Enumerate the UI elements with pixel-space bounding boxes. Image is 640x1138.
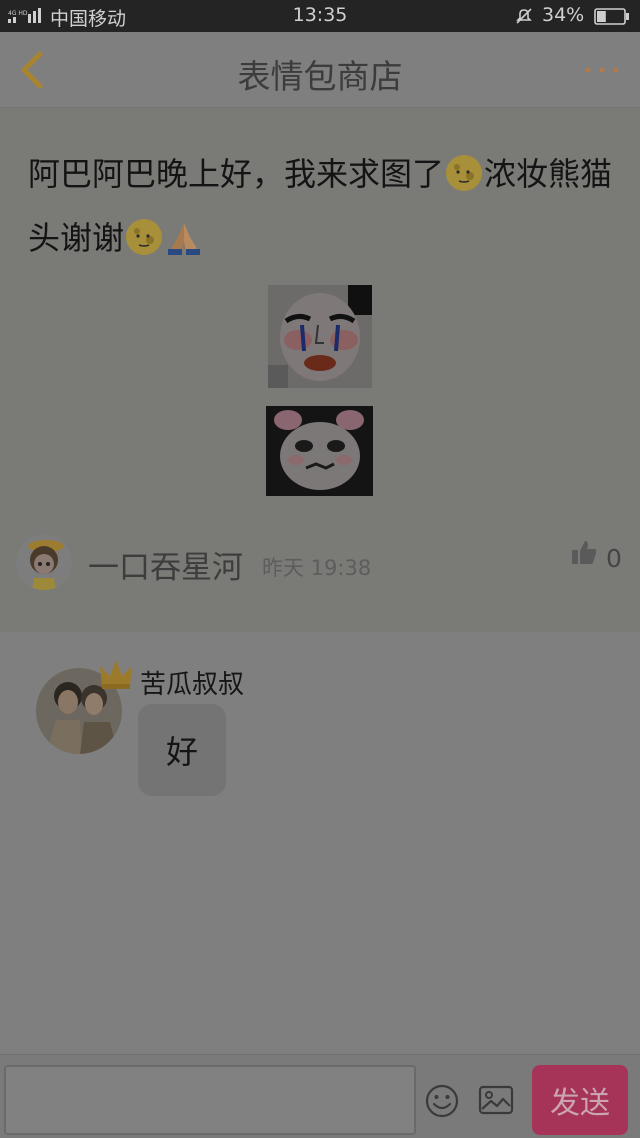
author-avatar[interactable] (16, 534, 72, 590)
crying-face-sticker-icon (268, 285, 372, 388)
post-text: 阿巴阿巴晚上好，我来求图了 浓妆熊猫头谢谢 (28, 142, 618, 270)
original-post: 阿巴阿巴晚上好，我来求图了 浓妆熊猫头谢谢 一口吞星河 昨天 19:38 0 (0, 108, 640, 632)
screen: 4G HD 中国移动 13:35 34% 表情包商店 阿巴阿巴晚上好，我来求图了… (0, 0, 640, 1138)
angry-panda-sticker-icon (266, 406, 373, 496)
author-name[interactable]: 一口吞星河 (88, 542, 243, 587)
praying-hands-emoji-icon (168, 223, 201, 255)
crown-icon (100, 660, 132, 689)
replier-name[interactable]: 苦瓜叔叔 (140, 664, 244, 701)
panda-sticker-image[interactable] (268, 285, 372, 388)
moon-face-emoji-icon (446, 155, 483, 191)
moon-face-emoji-icon (126, 219, 163, 255)
panda-sticker-image-2[interactable] (266, 406, 373, 496)
reply-message-bubble: 好 (138, 704, 226, 796)
battery-percentage: 34% (542, 4, 585, 26)
post-text-part1: 阿巴阿巴晚上好，我来求图了 (28, 155, 445, 193)
send-button[interactable]: 发送 (532, 1065, 628, 1135)
comment-input[interactable] (4, 1065, 416, 1135)
image-picker-icon[interactable] (478, 1084, 514, 1116)
nav-header: 表情包商店 (0, 32, 640, 108)
more-dots-icon[interactable] (582, 62, 622, 78)
mute-bell-icon (516, 8, 532, 24)
battery-icon (594, 8, 629, 25)
replier-avatar-wrap (36, 660, 132, 756)
status-bar: 4G HD 中国移动 13:35 34% (0, 0, 640, 32)
post-date: 昨天 19:38 (262, 556, 372, 580)
post-author-row: 一口吞星河 昨天 19:38 0 (16, 530, 624, 590)
page-title: 表情包商店 (237, 57, 403, 96)
thumbs-up-icon[interactable] (570, 538, 598, 566)
reply-item: 苦瓜叔叔 好 (0, 632, 640, 1054)
emoji-picker-icon[interactable] (424, 1083, 460, 1119)
like-count: 0 (606, 544, 622, 573)
comment-input-bar: 发送 (0, 1054, 640, 1138)
anime-girl-avatar-icon (16, 534, 72, 590)
